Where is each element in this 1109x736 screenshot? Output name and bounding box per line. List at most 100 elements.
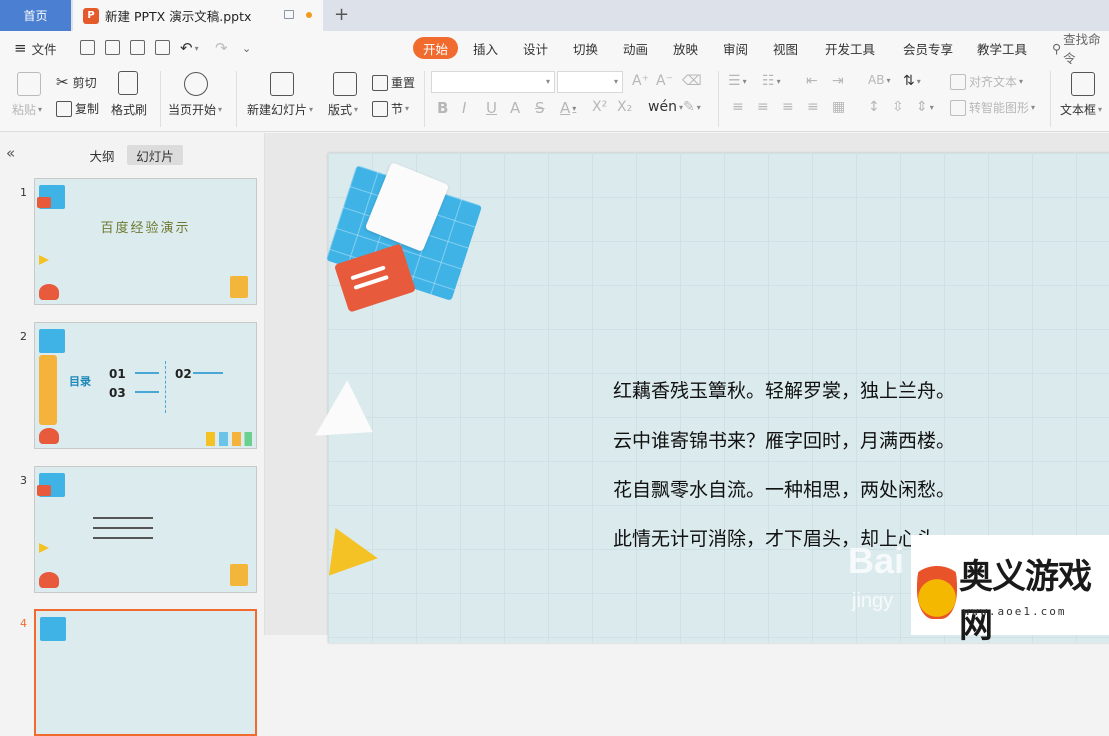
tab-member[interactable]: 会员专享 [903,31,953,65]
align-left-icon[interactable]: ≡ [732,99,744,115]
justify-icon[interactable]: ≡ [807,99,819,115]
slide-thumbnail-1[interactable]: 百度经验演示 [34,178,257,305]
underline-icon[interactable]: U [486,99,497,117]
strikethrough-icon[interactable]: S [535,99,545,117]
columns-icon[interactable]: ⇕ ▾ [916,99,934,115]
copy-button[interactable]: 复制 [56,100,99,117]
paste-button[interactable]: 粘贴 ▾ [12,101,42,118]
paragraph-spacing-icon[interactable]: ⇳ [892,99,904,115]
tab-developer[interactable]: 开发工具 [825,31,875,65]
tab-animation[interactable]: 动画 [623,31,648,65]
text-direction-icon[interactable]: AB ▾ [868,73,890,87]
format-painter-button[interactable]: 格式刷 [111,101,147,118]
bold-icon[interactable]: B [437,99,448,117]
smartart-button[interactable]: 转智能图形 ▾ [950,99,1035,116]
align-text-button[interactable]: 对齐文本 ▾ [950,73,1023,90]
slide-thumbnail-2[interactable]: 目录 01 03 02 [34,322,257,449]
customize-quick-access-icon[interactable]: ⌄ [242,31,251,65]
increase-font-icon[interactable]: A⁺ [632,73,649,89]
ribbon-toolbar: 粘贴 ▾ ✂ 剪切 复制 格式刷 当页开始 ▾ 新建幻灯片 ▾ 版式 ▾ 重置 节 ▾ ▾ … [0,65,1109,132]
text-line [93,517,153,519]
tab-transition[interactable]: 切换 [573,31,598,65]
tab-design[interactable]: 设计 [523,31,548,65]
layout-button[interactable]: 版式 ▾ [328,101,358,118]
triangle-decoration [39,255,49,265]
tab-slides[interactable]: 幻灯片 [127,145,183,165]
new-slide-icon[interactable] [270,72,294,96]
phone-decoration [39,428,59,444]
decrease-indent-icon[interactable]: ⇤ [806,73,818,89]
pencil-decoration [39,355,57,425]
undo-icon[interactable]: ↶ ▾ [180,31,199,65]
print-preview-icon[interactable] [155,40,170,55]
tab-home[interactable]: 首页 [0,0,71,31]
sort-icon[interactable]: ⇅ ▾ [903,73,921,89]
font-size-select[interactable]: ▾ [557,71,623,93]
font-family-select[interactable]: ▾ [431,71,555,93]
text-line [93,527,153,529]
format-painter-icon[interactable] [118,71,138,95]
line-spacing-icon[interactable]: ↕ [868,99,880,115]
print-icon[interactable] [130,40,145,55]
toc-item-01: 01 [109,367,126,381]
monitor-icon[interactable] [284,10,294,19]
clipboard-decoration [230,564,248,586]
section-button[interactable]: 节 ▾ [372,100,409,117]
search-command[interactable]: ⚲ 查找命令 [1052,31,1109,66]
unsaved-dot-icon [306,12,312,18]
subscript-icon[interactable]: X₂ [617,99,632,115]
italic-icon[interactable]: I [462,99,466,117]
file-menu[interactable]: ≡ 文件 [14,31,57,65]
toc-divider [165,361,166,413]
start-from-current-button[interactable]: 当页开始 ▾ [168,101,222,118]
distribute-icon[interactable]: ▦ [832,99,845,115]
reset-button[interactable]: 重置 [372,74,415,91]
tab-view[interactable]: 视图 [773,31,798,65]
tab-teaching-tools[interactable]: 教学工具 [977,31,1027,65]
reset-icon [372,74,388,91]
tab-outline[interactable]: 大纲 [84,145,120,165]
slide-thumbnail-3[interactable] [34,466,257,593]
tab-slideshow[interactable]: 放映 [673,31,698,65]
smartart-icon [950,99,966,116]
textbox-icon[interactable] [1071,72,1095,96]
superscript-icon[interactable]: X² [592,99,607,115]
highlight-icon[interactable]: ✎ ▾ [683,99,701,115]
layout-icon[interactable] [333,72,357,96]
triangle-decoration [39,543,49,553]
clear-format-icon[interactable]: ⌫ [682,73,702,89]
tab-review[interactable]: 审阅 [723,31,748,65]
jingyan-watermark: jingy [852,590,894,612]
double-chevron-left-icon[interactable]: « [6,144,15,162]
wps-presentation-icon: P [83,7,99,24]
new-slide-button[interactable]: 新建幻灯片 ▾ [247,101,313,118]
phonetic-icon[interactable]: wén ▾ [648,99,683,115]
text-line [93,537,153,539]
bullet-list-icon[interactable]: ☰ ▾ [728,73,747,89]
decrease-font-icon[interactable]: A⁻ [656,73,673,89]
align-right-icon[interactable]: ≡ [782,99,794,115]
play-icon[interactable] [184,72,208,96]
increase-indent-icon[interactable]: ⇥ [832,73,844,89]
flame-logo-icon [917,549,957,619]
export-pdf-icon[interactable] [105,40,120,55]
cut-button[interactable]: ✂ 剪切 [56,73,97,91]
align-text-icon [950,73,966,90]
clipboard-decoration [230,276,248,298]
tab-start[interactable]: 开始 [413,37,459,59]
slide-thumbnail-4[interactable] [34,609,257,736]
tab-insert[interactable]: 插入 [473,31,498,65]
slide-2-title: 目录 [69,375,91,388]
save-icon[interactable] [80,40,95,55]
textbox-button[interactable]: 文本框 ▾ [1060,101,1102,118]
align-center-icon[interactable]: ≡ [757,99,769,115]
numbered-list-icon[interactable]: ☷ ▾ [762,73,781,89]
phone-decoration [39,284,59,300]
paste-icon[interactable] [17,72,41,96]
text-shadow-icon[interactable]: A [510,99,520,117]
toc-line [135,391,159,393]
new-tab-plus-icon[interactable]: + [334,4,349,25]
redo-icon[interactable]: ↷ [215,31,228,65]
search-icon: ⚲ [1052,40,1062,56]
font-color-icon[interactable]: A ▾ [560,99,576,117]
